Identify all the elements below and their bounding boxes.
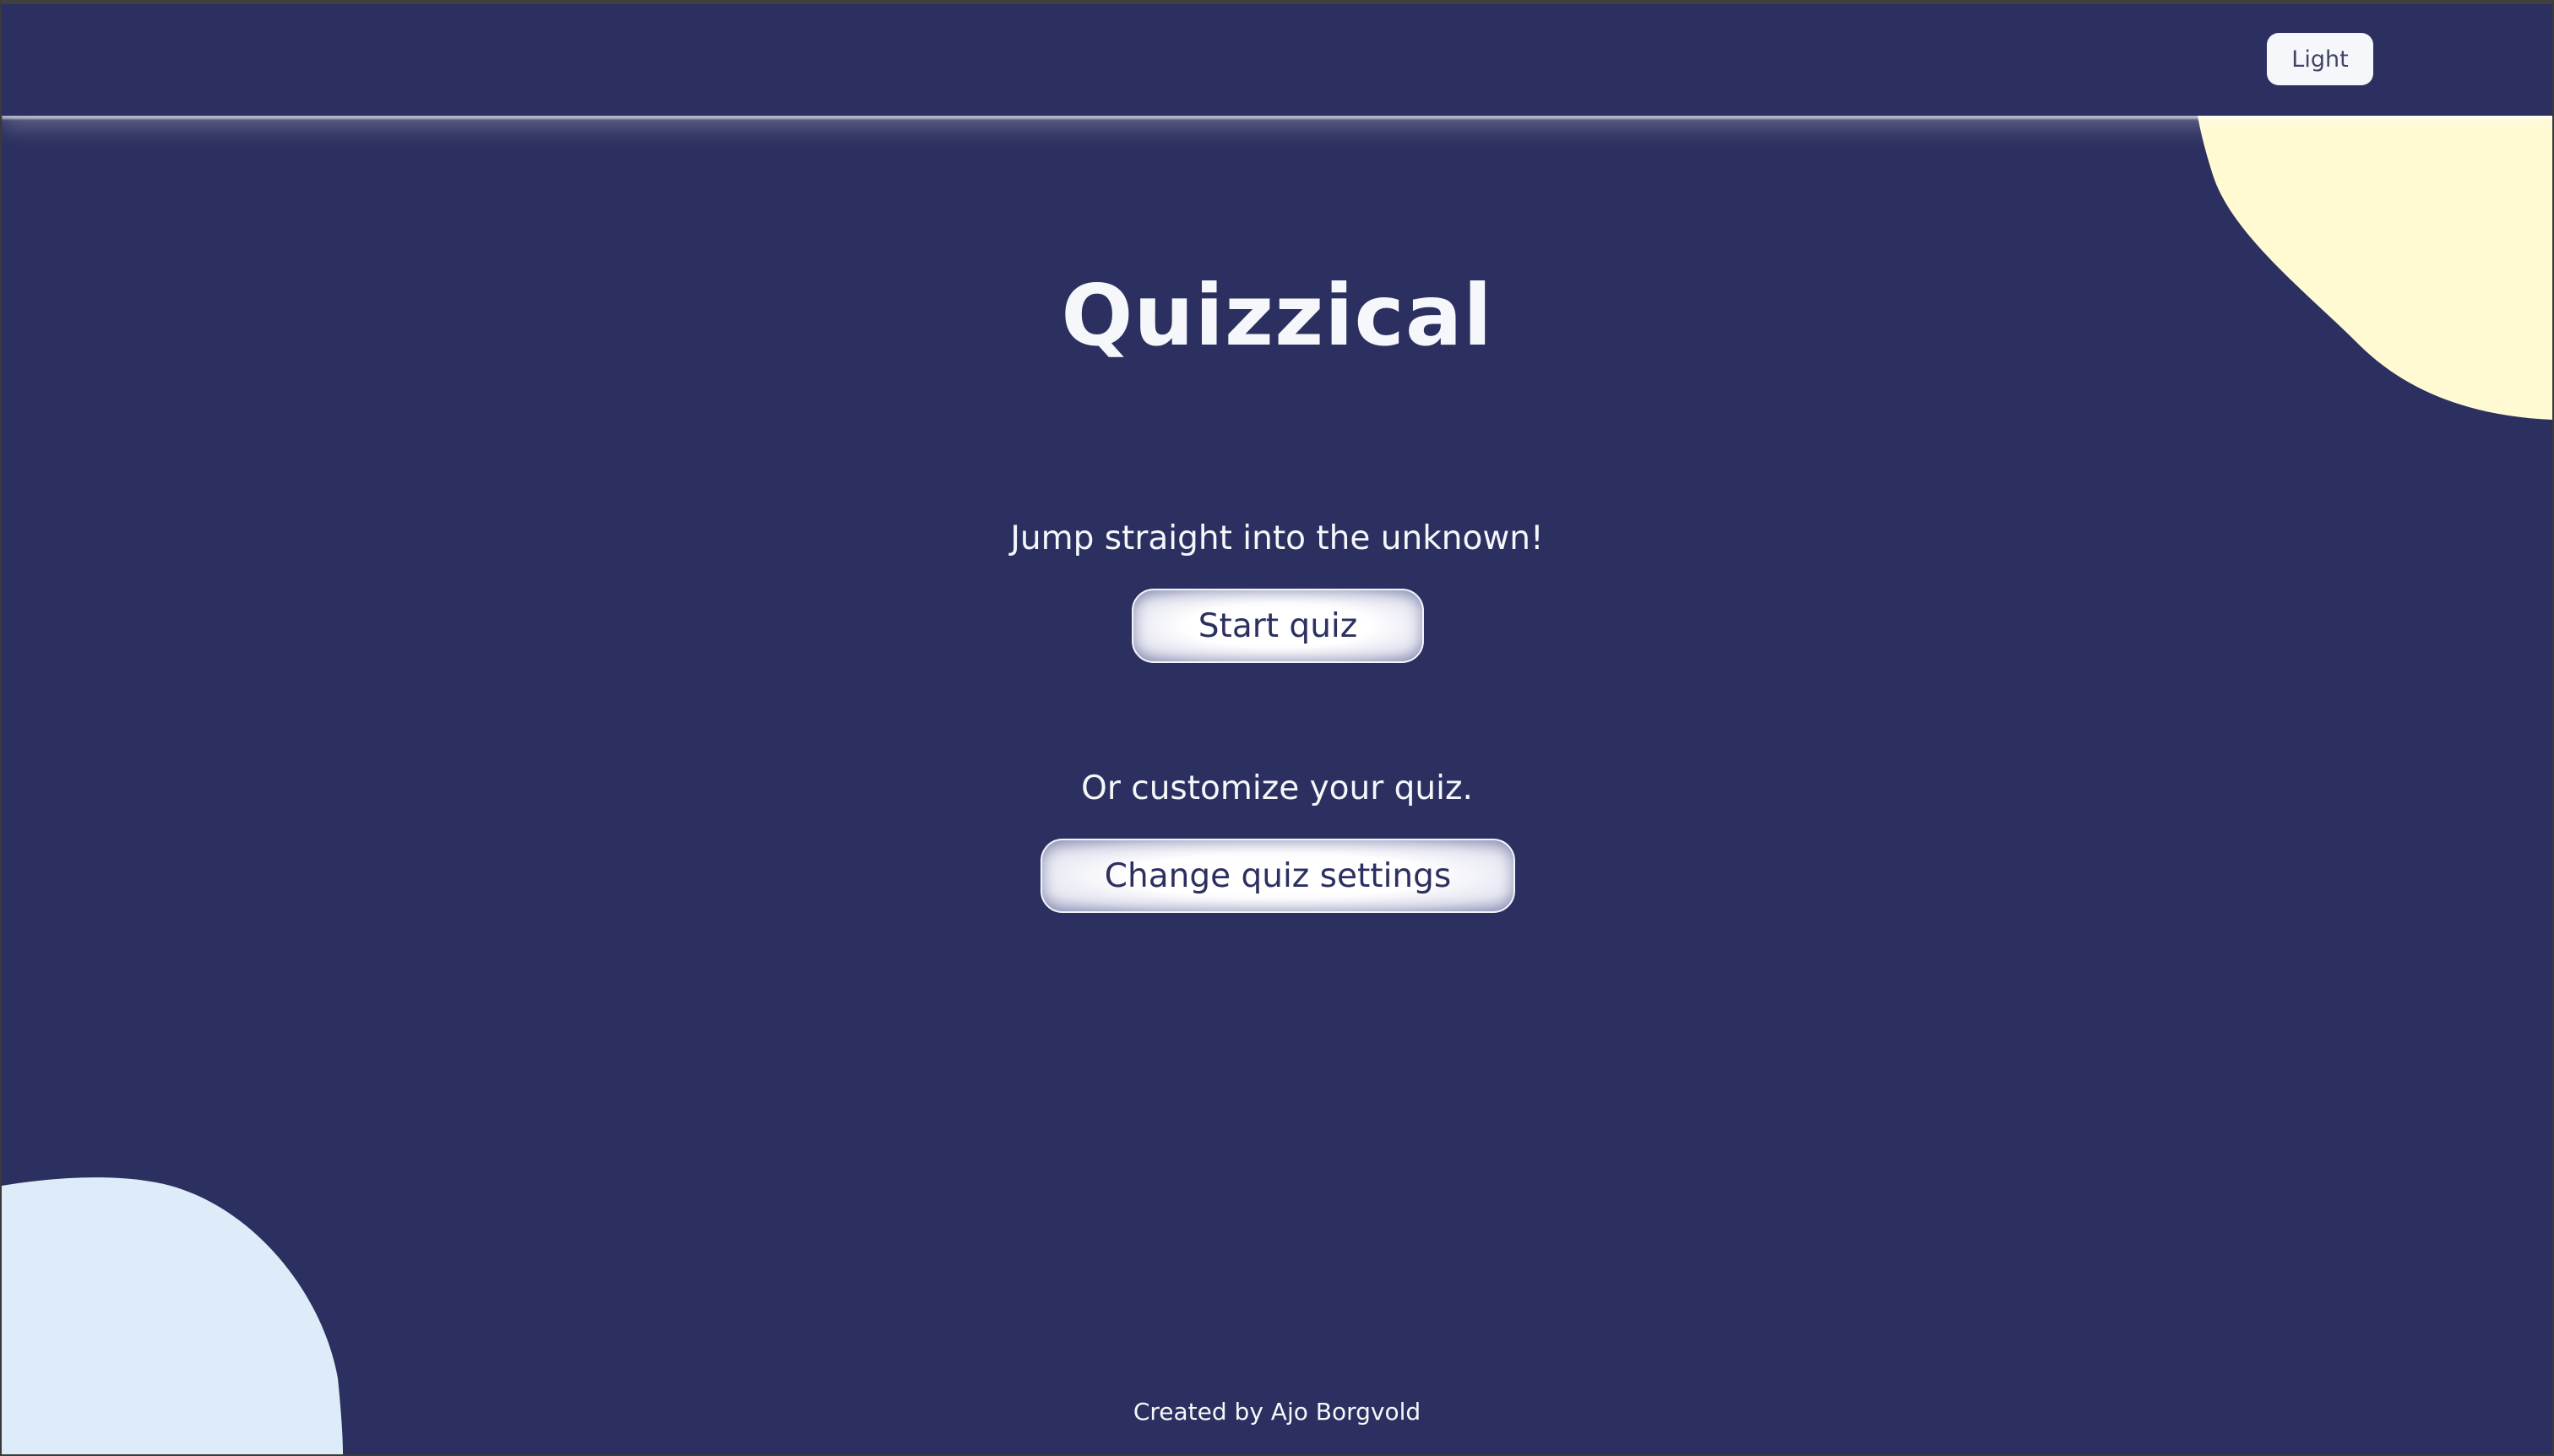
page-title: Quizzical: [1061, 266, 1493, 365]
customize-prompt: Or customize your quiz.: [1081, 769, 1473, 807]
footer-credit: Created by Ajo Borgvold: [1133, 1398, 1421, 1426]
top-bar: Light: [2, 4, 2552, 116]
change-quiz-settings-button[interactable]: Change quiz settings: [1041, 839, 1515, 913]
app-window: Light Quizzical Jump straight into the u…: [0, 0, 2554, 1456]
theme-toggle-button[interactable]: Light: [2267, 33, 2373, 85]
start-quiz-button[interactable]: Start quiz: [1132, 589, 1424, 663]
quick-start-prompt: Jump straight into the unknown!: [1010, 519, 1544, 557]
